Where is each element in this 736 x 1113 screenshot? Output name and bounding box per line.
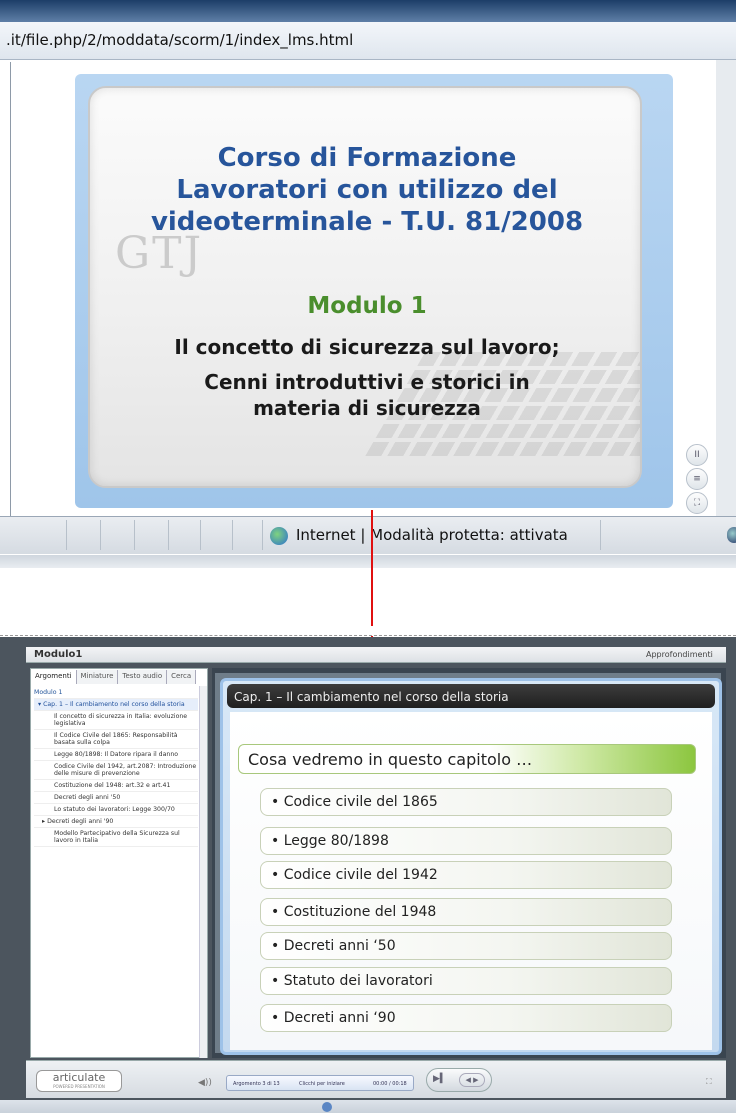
bullet-item: • Statuto dei lavoratori	[260, 967, 672, 995]
status-divider	[100, 520, 101, 550]
slide-controls: II ≡ ⛶	[681, 442, 713, 518]
tab-search[interactable]: Cerca	[167, 670, 197, 684]
scrollbar-track[interactable]	[716, 60, 736, 516]
module-label: Modulo 1	[307, 293, 427, 319]
logo-subtext: POWERED PRESENTATION	[53, 1084, 105, 1089]
outline-item[interactable]: Codice Civile del 1942, art.2087: Introd…	[34, 761, 198, 780]
tab-notes[interactable]: Testo audio	[118, 670, 168, 684]
title-slide: GTJ Corso di Formazione Lavoratori con u…	[88, 86, 642, 488]
slide-title-line-1: Corso di Formazione	[217, 143, 517, 173]
zoom-icon[interactable]	[727, 527, 736, 543]
subtitle-line-3: materia di sicurezza	[253, 396, 481, 420]
outline-list: Modulo 1 ▾ Cap. 1 – Il cambiamento nel c…	[34, 687, 198, 847]
bullet-text: • Statuto dei lavoratori	[271, 973, 433, 989]
pause-button[interactable]: II	[686, 444, 708, 466]
bullet-item: • Decreti anni ‘50	[260, 932, 672, 960]
sidebar-tabs: Argomenti Miniature Testo audio Cerca	[31, 670, 197, 684]
status-divider	[168, 520, 169, 550]
menu-button[interactable]: ≡	[686, 468, 708, 490]
slide-counter: Argomento 3 di 13	[233, 1081, 280, 1087]
playback-status: Clicchi per iniziare	[299, 1081, 345, 1087]
bottom-status-strip	[0, 1100, 736, 1113]
subtitle-line-2: Cenni introduttivi e storici in	[204, 370, 530, 394]
bullet-item: • Decreti anni ‘90	[260, 1004, 672, 1032]
status-divider	[66, 520, 67, 550]
bullet-text: • Costituzione del 1948	[271, 904, 437, 920]
outline-item[interactable]: Lo statuto dei lavoratori: Legge 300/70	[34, 804, 198, 816]
internet-zone-icon	[322, 1102, 332, 1112]
player-title: Modulo1	[34, 649, 83, 660]
chapter-title: Cap. 1 – Il cambiamento nel corso della …	[234, 690, 509, 704]
bottom-window-top-edge	[0, 626, 736, 636]
bullet-text: • Codice civile del 1865	[271, 794, 438, 810]
play-icon[interactable]: ▶▍	[433, 1074, 447, 1084]
resources-link[interactable]: Approfondimenti	[646, 650, 713, 659]
internet-zone-icon[interactable]	[270, 527, 288, 545]
slide-title-line-3: videoterminale - T.U. 81/2008	[150, 207, 584, 237]
bullet-item: • Codice civile del 1942	[260, 861, 672, 889]
window-bottom-edge	[0, 555, 736, 568]
bullet-item: • Codice civile del 1865	[260, 788, 672, 816]
tab-thumbnails[interactable]: Miniature	[76, 670, 119, 684]
outline-item[interactable]: Il Codice Civile del 1865: Responsabilit…	[34, 730, 198, 749]
tab-outline[interactable]: Argomenti	[31, 670, 77, 684]
play-prev-next-buttons[interactable]: ▶▍ ◀ ▶	[426, 1068, 492, 1092]
subtitle-line-1: Il concetto di sicurezza sul lavoro;	[174, 335, 560, 359]
bullet-text: • Legge 80/1898	[271, 833, 389, 849]
outline-item[interactable]: Modello Partecipativo della Sicurezza su…	[34, 828, 198, 847]
bullet-item: • Costituzione del 1948	[260, 898, 672, 926]
fullscreen-button[interactable]: ⛶	[686, 492, 708, 514]
bullet-text: • Decreti anni ‘90	[271, 1010, 396, 1026]
slide-title-line-2: Lavoratori con utilizzo del	[176, 175, 558, 205]
logo-text: articulate	[52, 1071, 106, 1084]
outline-item[interactable]: Decreti degli anni '50	[34, 792, 198, 804]
outline-item[interactable]: Legge 80/1898: Il Datore ripara il danno	[34, 749, 198, 761]
sidebar-scrollbar[interactable]	[199, 686, 207, 1058]
playback-info-bar: Argomento 3 di 13 Clicchi per iniziare 0…	[226, 1075, 414, 1091]
outline-item[interactable]: Modulo 1	[34, 687, 198, 699]
address-url[interactable]: .it/file.php/2/moddata/scorm/1/index_lms…	[6, 31, 353, 49]
articulate-logo: articulate POWERED PRESENTATION	[36, 1070, 122, 1092]
volume-icon[interactable]: ◀))	[198, 1078, 212, 1088]
bullet-text: • Codice civile del 1942	[271, 867, 438, 883]
status-divider	[600, 520, 601, 550]
playback-time: 00:00 / 00:18	[373, 1081, 407, 1087]
bullet-item: • Legge 80/1898	[260, 827, 672, 855]
security-zone-text[interactable]: Internet | Modalità protetta: attivata	[296, 526, 568, 544]
status-divider	[200, 520, 201, 550]
fullscreen-icon[interactable]: ⛶	[706, 1077, 712, 1087]
outline-item-selected[interactable]: ▾ Cap. 1 – Il cambiamento nel corso dell…	[34, 699, 198, 711]
outline-item[interactable]: Il concetto di sicurezza in Italia: evol…	[34, 711, 198, 730]
prev-next-icon[interactable]: ◀ ▶	[459, 1073, 485, 1087]
outline-item[interactable]: Costituzione del 1948: art.32 e art.41	[34, 780, 198, 792]
outline-item[interactable]: ▸ Decreti degli anni '90	[34, 816, 198, 828]
title-strip	[0, 0, 736, 22]
status-divider	[134, 520, 135, 550]
section-heading: Cosa vedremo in questo capitolo …	[248, 750, 533, 769]
bullet-text: • Decreti anni ‘50	[271, 938, 396, 954]
status-divider	[262, 520, 263, 550]
player-header	[26, 647, 726, 663]
status-divider	[232, 520, 233, 550]
